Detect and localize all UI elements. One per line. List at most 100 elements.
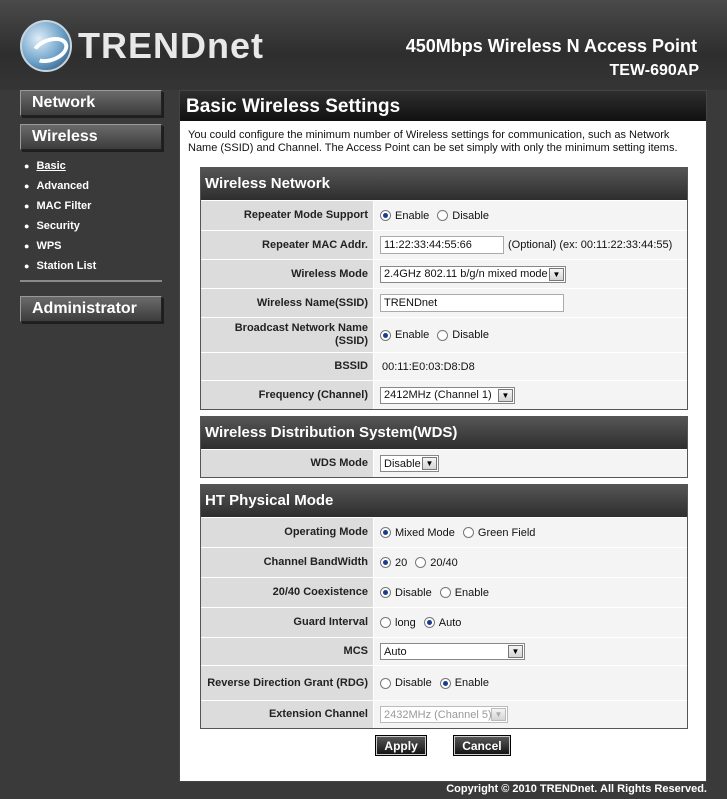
- sidebar-item-wps[interactable]: ● WPS: [20, 236, 162, 256]
- field-label: Extension Channel: [201, 701, 373, 728]
- mcs-row: MCS Auto ▼: [201, 637, 687, 665]
- broadcast-ssid-row: Broadcast Network Name (SSID) Enable Dis…: [201, 317, 687, 352]
- broadcast-disable-radio[interactable]: [437, 329, 449, 341]
- operating-mode-row: Operating Mode Mixed Mode Green Field: [201, 517, 687, 547]
- rdg-enable-radio[interactable]: [439, 677, 451, 689]
- green-field-radio[interactable]: [462, 527, 474, 538]
- select-value: 2.4GHz 802.11 b/g/n mixed mode: [384, 268, 548, 280]
- select-value: Auto: [384, 645, 407, 658]
- radio-label: Green Field: [477, 526, 536, 539]
- field-label: Reverse Direction Grant (RDG): [201, 666, 373, 700]
- cancel-button[interactable]: Cancel: [453, 735, 511, 756]
- radio-label: 20/40: [430, 556, 458, 569]
- sidebar-wireless[interactable]: Wireless: [20, 124, 162, 150]
- extension-channel-select[interactable]: 2432MHz (Channel 5) ▼: [380, 706, 508, 723]
- field-label: 20/40 Coexistence: [201, 578, 373, 607]
- sidebar-item-label: Basic: [36, 160, 66, 172]
- bssid-row: BSSID 00:11:E0:03:D8:D8: [201, 352, 687, 380]
- wireless-network-section: Wireless Network Repeater Mode Support E…: [200, 167, 688, 410]
- radio-label: Disable: [452, 329, 489, 341]
- radio-label: Enable: [454, 586, 489, 599]
- page-title: Basic Wireless Settings: [180, 91, 706, 121]
- select-value: 2412MHz (Channel 1): [384, 389, 492, 401]
- sidebar-item-label: Security: [36, 220, 80, 232]
- mixed-mode-radio[interactable]: [380, 527, 391, 538]
- guard-auto-radio[interactable]: [423, 617, 435, 628]
- rdg-disable-radio[interactable]: [380, 677, 391, 689]
- chevron-down-icon: ▼: [508, 645, 523, 658]
- radio-label: Mixed Mode: [395, 526, 455, 539]
- coexistence-disable-radio[interactable]: [380, 587, 391, 598]
- bandwidth-20-radio[interactable]: [380, 557, 391, 568]
- coexistence-enable-radio[interactable]: [439, 587, 451, 598]
- broadcast-enable-radio[interactable]: [380, 329, 391, 341]
- section-title: Wireless Network: [201, 168, 687, 200]
- guard-interval-row: Guard Interval long Auto: [201, 607, 687, 637]
- sidebar-item-security[interactable]: ● Security: [20, 216, 162, 236]
- repeater-mode-row: Repeater Mode Support Enable Disable: [201, 200, 687, 230]
- field-label: Repeater MAC Addr.: [201, 231, 373, 259]
- sidebar-item-label: Advanced: [36, 180, 90, 192]
- sidebar-item-station-list[interactable]: ● Station List: [20, 256, 162, 276]
- repeater-mac-input[interactable]: 11:22:33:44:55:66: [380, 236, 504, 254]
- wireless-mode-select[interactable]: 2.4GHz 802.11 b/g/n mixed mode ▼: [380, 265, 566, 283]
- field-label: BSSID: [201, 353, 373, 380]
- field-label: Wireless Mode: [201, 260, 373, 288]
- radio-label: 20: [395, 556, 408, 569]
- ssid-row: Wireless Name(SSID) TRENDnet: [201, 288, 687, 317]
- logo-text: TRENDnet: [78, 25, 264, 66]
- radio-label: Enable: [454, 677, 489, 689]
- rdg-row: Reverse Direction Grant (RDG) Disable En…: [201, 665, 687, 700]
- section-title: HT Physical Mode: [201, 485, 687, 517]
- radio-label: Enable: [395, 329, 430, 341]
- field-label: Broadcast Network Name (SSID): [201, 318, 373, 352]
- model-name: TEW-690AP: [609, 62, 699, 79]
- sidebar-network[interactable]: Network: [20, 90, 162, 116]
- select-value: Disable: [384, 457, 421, 470]
- wireless-submenu: ● Basic ● Advanced ● MAC Filter ● Security ●…: [20, 156, 162, 282]
- sidebar-item-basic[interactable]: ● Basic: [20, 156, 162, 176]
- guard-long-radio[interactable]: [380, 617, 391, 628]
- chevron-down-icon: ▼: [498, 388, 513, 402]
- repeater-enable-radio[interactable]: [380, 210, 391, 221]
- field-label: Repeater Mode Support: [201, 201, 373, 230]
- field-label: Wireless Name(SSID): [201, 289, 373, 317]
- sidebar-item-advanced[interactable]: ● Advanced: [20, 176, 162, 196]
- wds-mode-row: WDS Mode Disable ▼: [201, 449, 687, 477]
- bullet-icon: ●: [24, 181, 30, 191]
- bullet-icon: ●: [24, 241, 30, 251]
- mcs-select[interactable]: Auto ▼: [380, 643, 525, 660]
- sidebar-administrator[interactable]: Administrator: [20, 296, 162, 322]
- sidebar-item-label: MAC Filter: [36, 200, 92, 212]
- field-label: WDS Mode: [201, 450, 373, 477]
- intro-text: You could configure the minimum number o…: [188, 129, 678, 154]
- radio-label: Disable: [395, 586, 432, 599]
- radio-label: Enable: [395, 209, 430, 222]
- repeater-mac-row: Repeater MAC Addr. 11:22:33:44:55:66 (Op…: [201, 230, 687, 259]
- radio-label: Disable: [395, 677, 432, 689]
- apply-button[interactable]: Apply: [375, 735, 427, 756]
- button-bar: Apply Cancel: [180, 735, 706, 756]
- ht-physical-mode-section: HT Physical Mode Operating Mode Mixed Mo…: [200, 484, 688, 729]
- bullet-icon: ●: [24, 261, 30, 271]
- sidebar-item-label: WPS: [36, 240, 62, 252]
- header-banner: TRENDnet 450Mbps Wireless N Access Point…: [0, 0, 727, 90]
- section-title: Wireless Distribution System(WDS): [201, 417, 687, 449]
- field-label: MCS: [201, 638, 373, 665]
- repeater-disable-radio[interactable]: [437, 210, 449, 221]
- copyright-footer: Copyright © 2010 TRENDnet. All Rights Re…: [446, 783, 707, 795]
- coexistence-row: 20/40 Coexistence Disable Enable: [201, 577, 687, 607]
- radio-label: Disable: [452, 209, 489, 222]
- radio-label: long: [395, 616, 416, 629]
- sidebar-item-mac-filter[interactable]: ● MAC Filter: [20, 196, 162, 216]
- ssid-input[interactable]: TRENDnet: [380, 294, 564, 312]
- sidebar-item-label: Station List: [36, 260, 97, 272]
- field-label: Frequency (Channel): [201, 381, 373, 409]
- sidebar: Network Wireless ● Basic ● Advanced ● MAC F…: [20, 90, 164, 330]
- frequency-select[interactable]: 2412MHz (Channel 1) ▼: [380, 386, 515, 404]
- chevron-down-icon: ▼: [491, 708, 506, 721]
- bandwidth-2040-radio[interactable]: [415, 557, 427, 568]
- mac-hint: (Optional) (ex: 00:11:22:33:44:55): [508, 239, 673, 251]
- wds-mode-select[interactable]: Disable ▼: [380, 455, 439, 472]
- frequency-row: Frequency (Channel) 2412MHz (Channel 1) ▼: [201, 380, 687, 409]
